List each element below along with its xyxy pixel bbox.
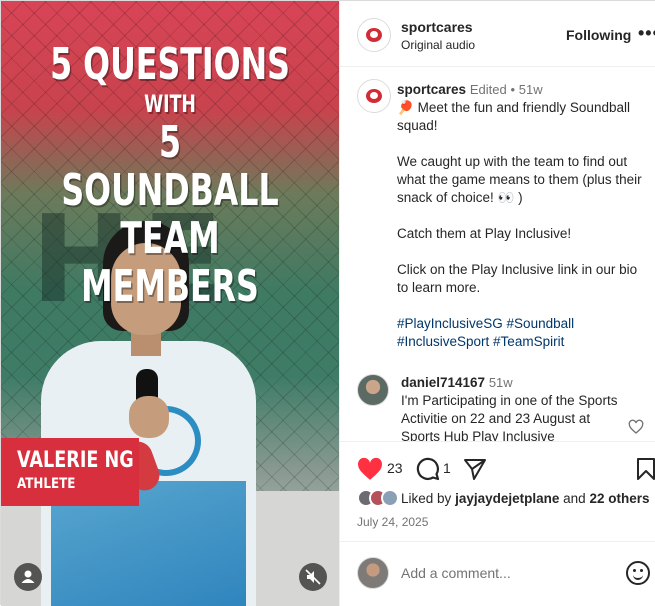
commenter-username[interactable]: daniel714167 — [401, 375, 485, 390]
comment-body: daniel714167 51w I'm Participating in on… — [401, 374, 621, 442]
post-header: sportcares Original audio Following ••• — [340, 1, 655, 67]
caption-separator: • — [510, 82, 516, 97]
hashtags-line-1[interactable]: #PlayInclusiveSG #Soundball — [397, 315, 649, 333]
caption-avatar[interactable] — [357, 79, 391, 113]
headline-line-1: 5 QUESTIONS — [50, 39, 290, 90]
headline-line-4: TEAM MEMBERS — [81, 213, 259, 312]
add-comment-input[interactable] — [401, 562, 611, 584]
post-date[interactable]: July 24, 2025 — [357, 515, 428, 529]
commenter-avatar[interactable] — [357, 374, 389, 406]
tagged-users-button[interactable] — [14, 563, 42, 591]
name-lower-third: VALERIE NG ATHLETE — [1, 438, 139, 506]
like-heart-icon[interactable] — [357, 457, 383, 481]
liked-by-text: Liked by jayjaydejetplane and 22 others — [401, 491, 649, 506]
audio-label[interactable]: Original audio — [401, 38, 475, 52]
caption-body: sportcares Edited • 51w 🏓 Meet the fun a… — [397, 81, 649, 351]
mute-toggle-button[interactable] — [299, 563, 327, 591]
headline-line-3: 5 SOUNDBALL — [61, 117, 279, 216]
post-dialog: HE 5 QUESTIONS WITH 5 SOUNDBALL TEAM MEM… — [0, 0, 655, 606]
liked-by-joiner: and — [563, 491, 586, 506]
athlete-hand — [129, 396, 169, 438]
share-paper-plane-icon[interactable] — [463, 457, 487, 481]
caption-and-comments[interactable]: sportcares Edited • 51w 🏓 Meet the fun a… — [340, 67, 655, 442]
liked-by-prefix: Liked by — [401, 491, 452, 506]
account-avatar[interactable] — [357, 18, 391, 52]
current-user-avatar — [357, 557, 389, 589]
save-bookmark-icon[interactable] — [636, 457, 655, 481]
liked-by-user[interactable]: jayjaydejetplane — [455, 491, 559, 506]
caption-paragraph-2: We caught up with the team to find out w… — [397, 154, 642, 205]
caption-paragraph-4: Click on the Play Inclusive link in our … — [397, 262, 638, 295]
hashtags-line-2[interactable]: #InclusiveSport #TeamSpirit — [397, 333, 649, 351]
post-video[interactable]: HE 5 QUESTIONS WITH 5 SOUNDBALL TEAM MEM… — [1, 1, 339, 606]
speaker-muted-icon — [305, 569, 321, 585]
liked-by-row: Liked by jayjaydejetplane and 22 others — [357, 489, 655, 509]
comment-count[interactable]: 1 — [443, 460, 451, 476]
caption-paragraph-3: Catch them at Play Inclusive! — [397, 226, 572, 241]
caption-age[interactable]: 51w — [519, 82, 543, 97]
headline-line-2: WITH — [144, 90, 196, 118]
caption-paragraph-1: Meet the fun and friendly Soundball squa… — [397, 100, 630, 133]
comment-bubble-icon[interactable] — [416, 457, 440, 481]
liker-avatar-3 — [381, 489, 399, 507]
action-bar: 23 1 — [340, 449, 655, 489]
caption-username[interactable]: sportcares — [397, 82, 466, 97]
ping-pong-emoji-icon: 🏓 — [397, 100, 414, 115]
comment-composer — [340, 541, 655, 606]
athlete-name: VALERIE NG — [17, 448, 134, 473]
emoji-picker-icon[interactable] — [626, 561, 650, 585]
account-username[interactable]: sportcares — [401, 19, 473, 35]
athlete-role: ATHLETE — [17, 476, 76, 492]
person-icon — [21, 570, 35, 583]
comment-age: 51w — [488, 375, 513, 390]
like-count[interactable]: 23 — [387, 460, 403, 476]
following-button[interactable]: Following — [566, 27, 631, 43]
post-side-panel: sportcares Original audio Following ••• … — [339, 1, 655, 606]
caption-edited: Edited — [469, 82, 507, 97]
more-options-icon[interactable]: ••• — [638, 23, 655, 44]
liked-by-others[interactable]: 22 others — [589, 491, 649, 506]
comment-like-heart-icon[interactable] — [628, 419, 644, 435]
video-headline: 5 QUESTIONS WITH 5 SOUNDBALL TEAM MEMBER… — [48, 41, 291, 311]
caption-hashtags: #PlayInclusiveSG #Soundball #InclusiveSp… — [397, 315, 649, 351]
comment-text: I'm Participating in one of the Sports A… — [401, 393, 618, 442]
